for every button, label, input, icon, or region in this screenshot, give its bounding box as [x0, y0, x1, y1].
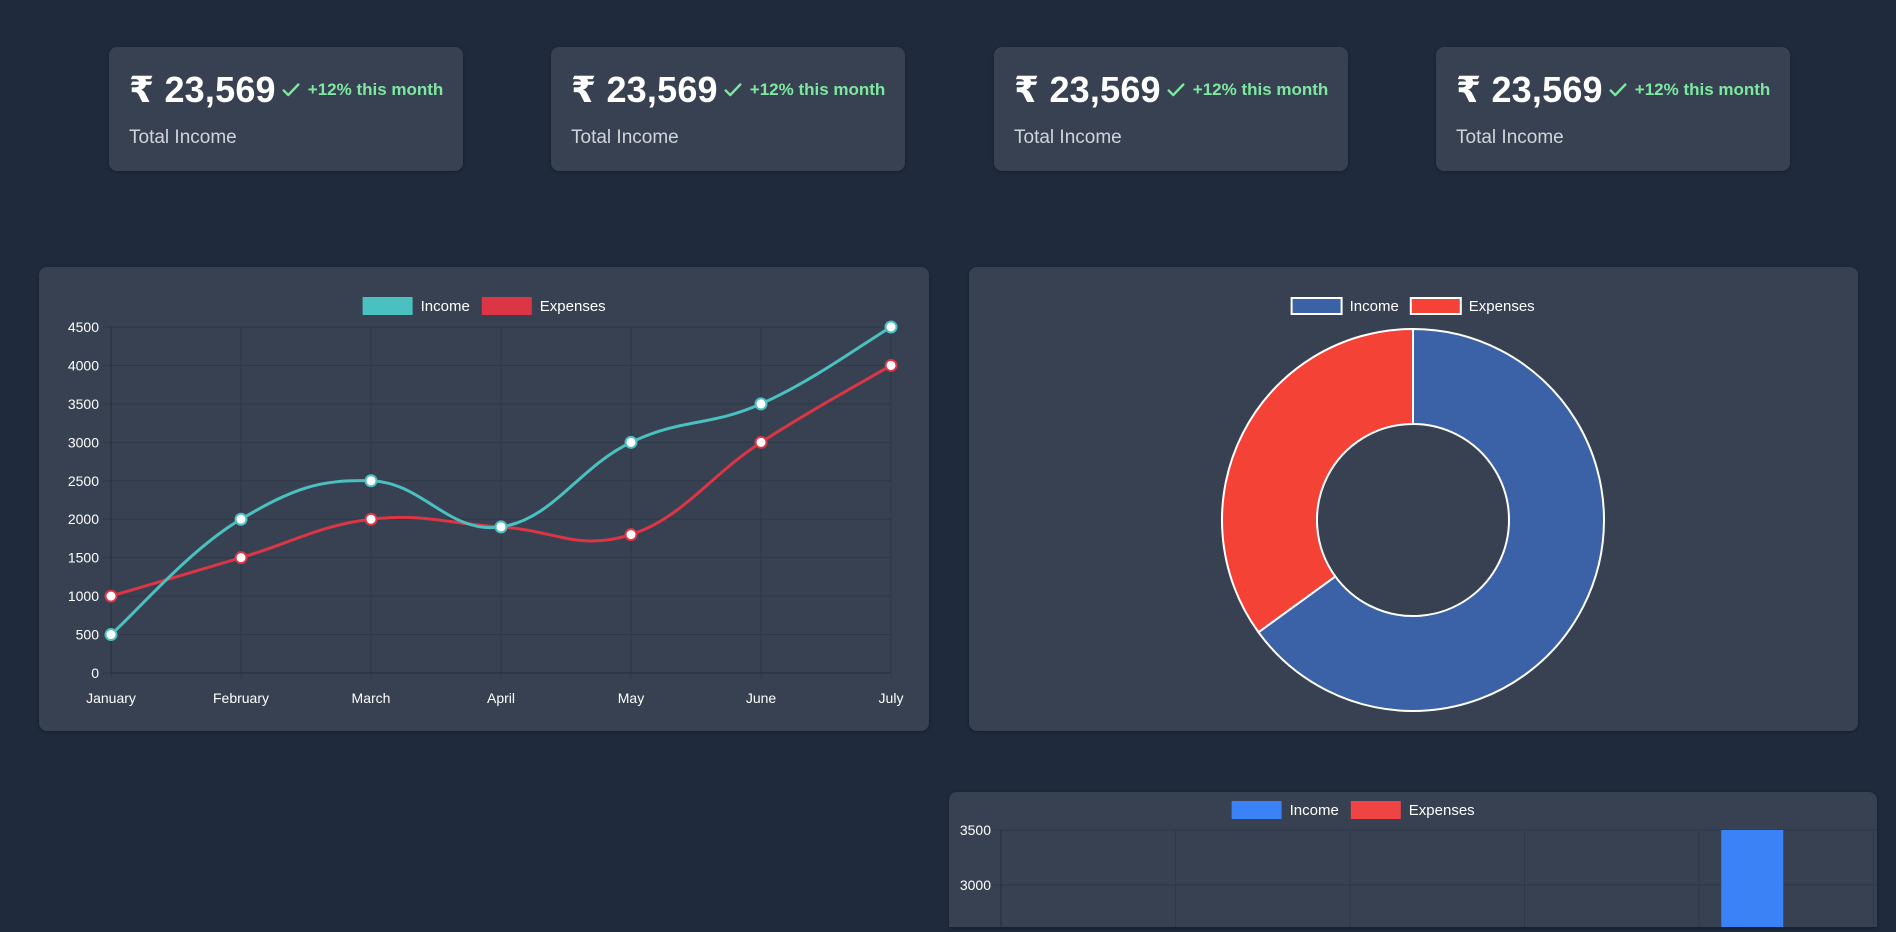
y-tick-label: 2500 [68, 473, 99, 489]
stat-label: Total Income [1456, 127, 1564, 148]
stat-change: +12% this month [749, 80, 886, 99]
stat-amount: ₹ 23,569 [1014, 69, 1161, 110]
bar-chart[interactable]: Income Expenses 3000 3500 [949, 792, 1896, 927]
legend-label-income: Income [421, 298, 470, 315]
data-point-expenses [104, 589, 118, 603]
data-point-income [364, 474, 378, 488]
stat-card-2: ₹ 23,569 +12% this month Total Income [551, 47, 905, 171]
y-tick-label: 500 [76, 627, 100, 643]
check-icon [722, 79, 744, 101]
check-icon [280, 79, 302, 101]
legend-label-income: Income [1350, 298, 1399, 315]
data-point-income [624, 435, 638, 449]
stat-amount: ₹ 23,569 [1456, 69, 1603, 110]
x-tick-label: February [213, 690, 269, 706]
x-tick-label: May [618, 690, 644, 706]
legend-swatch-expenses [1350, 801, 1401, 819]
y-tick-label: 1000 [68, 588, 99, 604]
x-tick-label: June [746, 690, 777, 706]
data-point-expenses [884, 358, 898, 372]
stat-change: +12% this month [1634, 80, 1771, 99]
y-tick-label: 3500 [960, 822, 991, 838]
stat-card-4: ₹ 23,569 +12% this month Total Income [1436, 47, 1790, 171]
data-point-income [234, 512, 248, 526]
stat-card-1: ₹ 23,569 +12% this month Total Income [109, 47, 463, 171]
check-icon [1607, 79, 1629, 101]
legend-swatch-income [362, 297, 413, 315]
y-tick-label: 3000 [960, 877, 991, 893]
legend-label-expenses: Expenses [1469, 298, 1535, 315]
stat-card-3: ₹ 23,569 +12% this month Total Income [994, 47, 1348, 171]
y-tick-label: 0 [91, 665, 99, 681]
legend-label-expenses: Expenses [1409, 802, 1475, 819]
x-tick-label: March [352, 690, 391, 706]
bar-chart-panel: Income Expenses 3000 3500 [949, 792, 1896, 927]
y-tick-label: 4000 [68, 357, 99, 373]
legend-label-expenses: Expenses [540, 298, 606, 315]
doughnut-slice-expenses [1221, 327, 1414, 634]
y-tick-label: 4500 [68, 319, 99, 335]
stat-change: +12% this month [1192, 80, 1329, 99]
data-point-expenses [624, 528, 638, 542]
data-point-income [754, 397, 768, 411]
data-point-income [104, 628, 118, 642]
y-tick-label: 2000 [68, 511, 99, 527]
stat-amount: ₹ 23,569 [129, 69, 276, 110]
stat-change: +12% this month [307, 80, 444, 99]
legend-swatch-expenses [1409, 297, 1462, 315]
stat-label: Total Income [129, 127, 237, 148]
y-tick-label: 3000 [68, 434, 99, 450]
data-point-expenses [234, 551, 248, 565]
legend-swatch-expenses [481, 297, 532, 315]
legend-swatch-income [1231, 801, 1282, 819]
line-chart[interactable]: Income Expenses 0 500 1000 1500 2000 2500 3000 35… [39, 267, 929, 731]
doughnut-chart-panel: Income Expenses [969, 267, 1858, 731]
x-tick-label: January [86, 690, 136, 706]
stat-label: Total Income [1014, 127, 1122, 148]
line-chart-panel: Income Expenses 0 500 1000 1500 2000 2500 3000 35… [39, 267, 929, 731]
check-icon [1165, 79, 1187, 101]
y-tick-label: 1500 [68, 550, 99, 566]
legend-swatch-income [1290, 297, 1343, 315]
data-point-income [494, 520, 508, 534]
x-tick-label: April [487, 690, 515, 706]
stat-label: Total Income [571, 127, 679, 148]
data-point-expenses [754, 435, 768, 449]
x-tick-label: July [879, 690, 904, 706]
stat-amount: ₹ 23,569 [571, 69, 718, 110]
y-tick-label: 3500 [68, 396, 99, 412]
data-point-expenses [364, 512, 378, 526]
legend-label-income: Income [1290, 802, 1339, 819]
bar-income [1721, 830, 1784, 927]
data-point-income [884, 320, 898, 334]
doughnut-chart[interactable]: Income Expenses [969, 267, 1858, 731]
